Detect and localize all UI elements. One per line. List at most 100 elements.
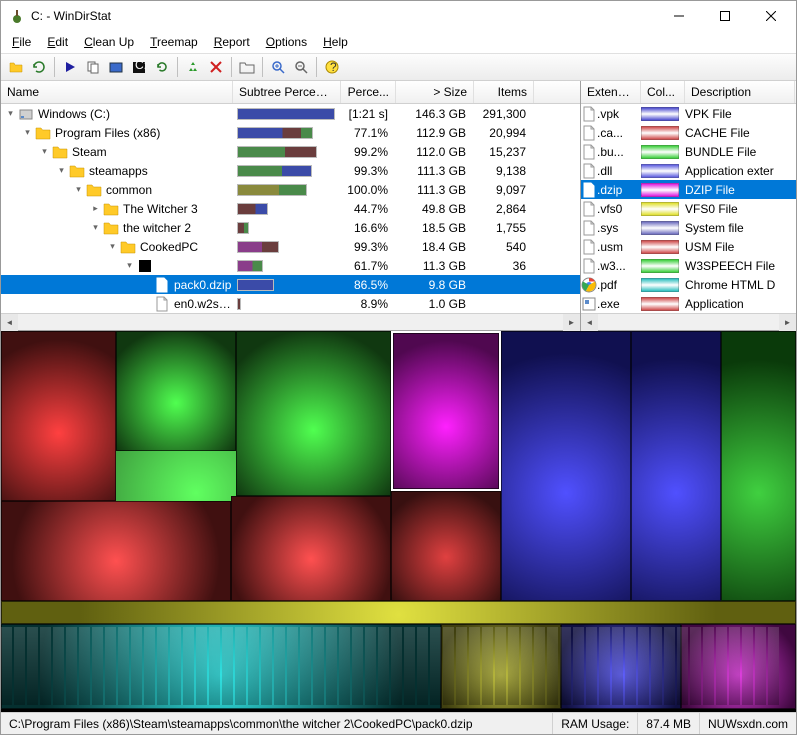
- treemap-view[interactable]: [1, 331, 796, 712]
- extension-row[interactable]: .vpkVPK File: [581, 104, 796, 123]
- treemap-block[interactable]: [1, 601, 796, 624]
- column-perc[interactable]: Perce...: [341, 81, 396, 103]
- horizontal-scrollbar[interactable]: ◄►: [581, 313, 796, 330]
- color-swatch: [641, 278, 679, 292]
- zoom-out-icon[interactable]: [290, 56, 312, 78]
- extension-row[interactable]: .usmUSM File: [581, 237, 796, 256]
- treemap-block[interactable]: [231, 496, 391, 601]
- column-desc[interactable]: Description: [685, 81, 795, 103]
- expand-toggle[interactable]: ▾: [124, 260, 135, 271]
- percent-bar: [237, 260, 263, 272]
- tree-row[interactable]: ▾steamapps99.3%111.3 GB9,138: [1, 161, 580, 180]
- recycle-icon[interactable]: [182, 56, 204, 78]
- tree-row[interactable]: ▾common100.0%111.3 GB9,097: [1, 180, 580, 199]
- menu-options[interactable]: Options: [259, 33, 314, 51]
- treemap-block[interactable]: [561, 624, 681, 709]
- menu-report[interactable]: Report: [207, 33, 257, 51]
- expand-toggle[interactable]: ▾: [90, 222, 101, 233]
- delete-icon[interactable]: [205, 56, 227, 78]
- tree-row[interactable]: ▾Windows (C:)[1:21 s]146.3 GB291,300: [1, 104, 580, 123]
- extension-rows[interactable]: .vpkVPK File.ca...CACHE File.bu...BUNDLE…: [581, 104, 796, 313]
- tree-row[interactable]: ▾the witcher 216.6%18.5 GB1,755: [1, 218, 580, 237]
- treemap-selected-block[interactable]: [391, 331, 501, 491]
- extension-row[interactable]: .pdfChrome HTML D: [581, 275, 796, 294]
- copy-icon[interactable]: [82, 56, 104, 78]
- menu-clean-up[interactable]: Clean Up: [77, 33, 141, 51]
- tree-row[interactable]: ▾Steam99.2%112.0 GB15,237: [1, 142, 580, 161]
- extension-row[interactable]: .dllApplication exter: [581, 161, 796, 180]
- extension-row[interactable]: .exeApplication: [581, 294, 796, 313]
- horizontal-scrollbar[interactable]: ◄►: [1, 313, 580, 330]
- treemap-block[interactable]: [681, 624, 796, 709]
- expand-toggle[interactable]: ▾: [56, 165, 67, 176]
- treemap-block[interactable]: [1, 331, 116, 501]
- treemap-block[interactable]: [441, 624, 561, 709]
- help-icon[interactable]: ?: [321, 56, 343, 78]
- treemap-block[interactable]: [1, 624, 441, 709]
- tree-row[interactable]: ▾61.7%11.3 GB36: [1, 256, 580, 275]
- refresh-all-icon[interactable]: [28, 56, 50, 78]
- menu-treemap[interactable]: Treemap: [143, 33, 205, 51]
- expand-toggle[interactable]: ▾: [5, 108, 16, 119]
- column-items[interactable]: Items: [474, 81, 534, 103]
- zoom-in-icon[interactable]: [267, 56, 289, 78]
- menu-help[interactable]: Help: [316, 33, 355, 51]
- extension-header[interactable]: Extensi...Col...Description: [581, 81, 796, 104]
- item-name: steamapps: [89, 164, 148, 178]
- treemap-block[interactable]: [721, 331, 796, 601]
- column-col[interactable]: Col...: [641, 81, 685, 103]
- color-swatch: [641, 183, 679, 197]
- treemap-block[interactable]: [116, 331, 236, 451]
- expand-toggle[interactable]: ▾: [22, 127, 33, 138]
- tree-header[interactable]: NameSubtree Percent...Perce...> SizeItem…: [1, 81, 580, 104]
- cmd-icon[interactable]: C:\: [128, 56, 150, 78]
- treemap-block[interactable]: [1, 501, 231, 601]
- item-name: the witcher 2: [123, 221, 191, 235]
- extension-row[interactable]: .w3...W3SPEECH File: [581, 256, 796, 275]
- extension-row[interactable]: .dzipDZIP File: [581, 180, 796, 199]
- new-folder-icon[interactable]: [236, 56, 258, 78]
- tree-row[interactable]: pack0.dzip86.5%9.8 GB: [1, 275, 580, 294]
- percent-bar: [237, 298, 241, 310]
- treemap-block[interactable]: [501, 331, 631, 601]
- tree-row[interactable]: ▾CookedPC99.3%18.4 GB540: [1, 237, 580, 256]
- tree-row[interactable]: ▸The Witcher 344.7%49.8 GB2,864: [1, 199, 580, 218]
- column-ext[interactable]: Extensi...: [581, 81, 641, 103]
- column-name[interactable]: Name: [1, 81, 233, 103]
- expand-toggle[interactable]: ▸: [90, 203, 101, 214]
- extension-row[interactable]: .ca...CACHE File: [581, 123, 796, 142]
- tree-rows[interactable]: ▾Windows (C:)[1:21 s]146.3 GB291,300▾Pro…: [1, 104, 580, 313]
- column-size[interactable]: > Size: [396, 81, 474, 103]
- app-icon: [9, 8, 25, 24]
- menu-edit[interactable]: Edit: [40, 33, 75, 51]
- tree-row[interactable]: ▾Program Files (x86)77.1%112.9 GB20,994: [1, 123, 580, 142]
- cell-items: 1,755: [474, 221, 534, 235]
- expand-toggle[interactable]: [141, 298, 152, 309]
- treemap-block[interactable]: [236, 331, 391, 496]
- open-icon[interactable]: [5, 56, 27, 78]
- play-icon[interactable]: [59, 56, 81, 78]
- cell-perc: 8.9%: [341, 297, 396, 311]
- cell-size: 9.8 GB: [396, 278, 474, 292]
- refresh-icon[interactable]: [151, 56, 173, 78]
- explorer-icon[interactable]: [105, 56, 127, 78]
- expand-toggle[interactable]: [141, 279, 152, 290]
- ext-name: .bu...: [597, 145, 624, 159]
- menu-file[interactable]: File: [5, 33, 38, 51]
- treemap-block[interactable]: [631, 331, 721, 601]
- extension-row[interactable]: .bu...BUNDLE File: [581, 142, 796, 161]
- close-button[interactable]: [748, 1, 794, 31]
- expand-toggle[interactable]: ▾: [39, 146, 50, 157]
- expand-toggle[interactable]: ▾: [73, 184, 84, 195]
- expand-toggle[interactable]: ▾: [107, 241, 118, 252]
- color-swatch: [641, 107, 679, 121]
- column-subtree[interactable]: Subtree Percent...: [233, 81, 341, 103]
- extension-row[interactable]: .vfs0VFS0 File: [581, 199, 796, 218]
- maximize-button[interactable]: [702, 1, 748, 31]
- extension-row[interactable]: .sysSystem file: [581, 218, 796, 237]
- cell-size: 112.0 GB: [396, 145, 474, 159]
- minimize-button[interactable]: [656, 1, 702, 31]
- treemap-block[interactable]: [391, 491, 501, 601]
- tree-row[interactable]: en0.w2sp...8.9%1.0 GB: [1, 294, 580, 313]
- ext-name: .vfs0: [597, 202, 622, 216]
